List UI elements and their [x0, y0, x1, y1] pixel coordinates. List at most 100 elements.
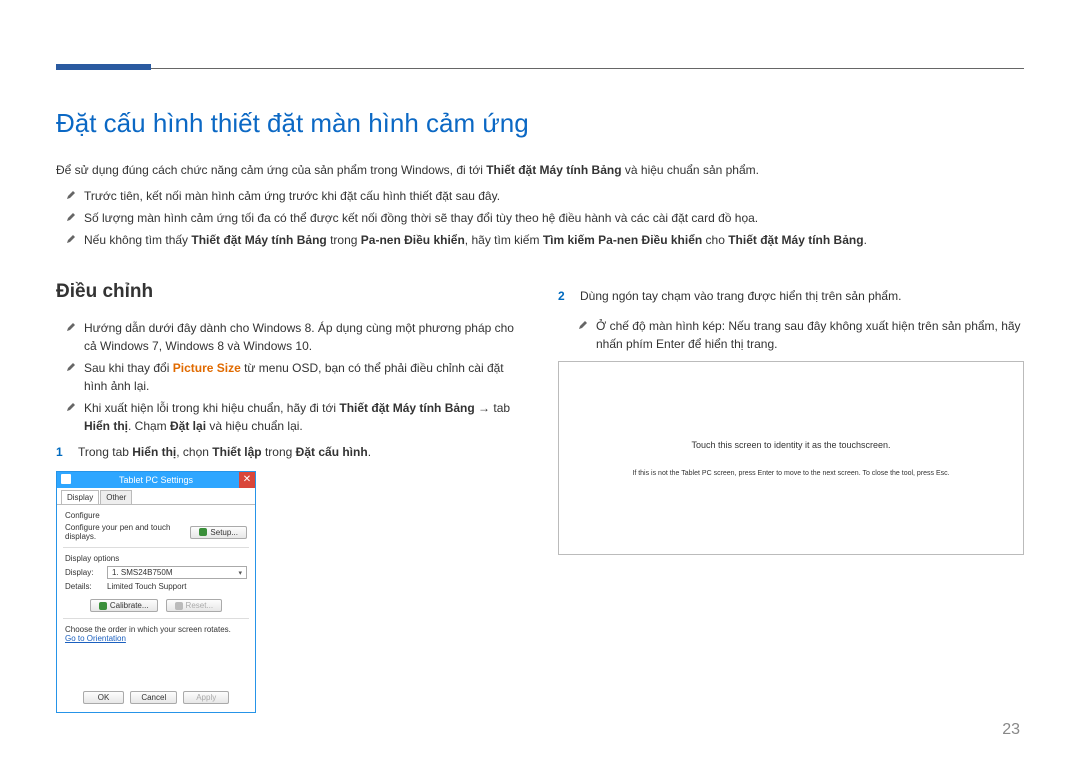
intro-pre: Để sử dụng đúng cách chức năng cảm ứng c…	[56, 163, 486, 177]
t: Reset...	[186, 601, 214, 610]
top-note-2-text: Số lượng màn hình cảm ứng tối đa có thể …	[84, 209, 758, 227]
pencil-icon	[578, 317, 588, 335]
t: Thiết đặt Máy tính Bảng	[339, 401, 474, 415]
display-select-value: 1. SMS24B750M	[112, 568, 172, 577]
right-note: Ở chế độ màn hình kép: Nếu trang sau đây…	[558, 315, 1024, 355]
pencil-icon	[66, 319, 76, 337]
configure-label: Configure	[65, 511, 247, 520]
intro-bold: Thiết đặt Máy tính Bảng	[486, 163, 621, 177]
t: Thiết đặt Máy tính Bảng	[191, 233, 326, 247]
dialog-tabs: Display Other	[57, 488, 255, 505]
two-column-layout: Điều chỉnh Hướng dẫn dưới đây dành cho W…	[56, 281, 1024, 713]
goto-orientation-link[interactable]: Go to Orientation	[65, 634, 247, 643]
reset-button[interactable]: Reset...	[166, 599, 223, 612]
display-label: Display:	[65, 568, 101, 577]
t: Đặt lại	[170, 419, 206, 433]
right-note-text: Ở chế độ màn hình kép: Nếu trang sau đây…	[596, 317, 1024, 353]
t: Thiết lập	[212, 445, 261, 459]
calibration-line1: Touch this screen to identity it as the …	[691, 440, 890, 450]
t: Setup...	[210, 528, 238, 537]
configure-desc: Configure your pen and touch displays.	[65, 523, 184, 541]
pencil-icon	[66, 209, 76, 227]
top-note-3-text: Nếu không tìm thấy Thiết đặt Máy tính Bả…	[84, 231, 867, 249]
top-note-1: Trước tiên, kết nối màn hình cảm ứng trư…	[56, 185, 1024, 207]
display-select[interactable]: 1. SMS24B750M ▾	[107, 566, 247, 579]
pencil-icon	[66, 187, 76, 205]
ok-button[interactable]: OK	[83, 691, 125, 704]
details-value: Limited Touch Support	[107, 582, 186, 591]
step-number: 2	[558, 287, 570, 305]
close-icon[interactable]: ✕	[239, 472, 255, 488]
picture-size-link: Picture Size	[173, 361, 241, 375]
setup-button[interactable]: Setup...	[190, 526, 247, 539]
shield-icon	[99, 602, 107, 610]
tab-other[interactable]: Other	[100, 490, 132, 504]
pencil-icon	[66, 359, 76, 377]
t: Đặt cấu hình	[296, 445, 368, 459]
left-note-2: Sau khi thay đổi Picture Size từ menu OS…	[56, 357, 522, 397]
t: Hiển thị	[132, 445, 176, 459]
left-note-2-text: Sau khi thay đổi Picture Size từ menu OS…	[84, 359, 522, 395]
calibrate-button[interactable]: Calibrate...	[90, 599, 158, 612]
dialog-title-text: Tablet PC Settings	[119, 475, 193, 485]
step-1: 1 Trong tab Hiển thị, chọn Thiết lập tro…	[56, 443, 522, 461]
chevron-down-icon: ▾	[238, 569, 242, 577]
page-number: 23	[1002, 721, 1020, 739]
t: Tìm kiếm Pa-nen Điều khiển	[543, 233, 702, 247]
t: Hiển thị	[84, 419, 128, 433]
t: .	[368, 445, 371, 459]
rotate-text: Choose the order in which your screen ro…	[65, 625, 247, 634]
t: cho	[702, 233, 728, 247]
intro-post: và hiệu chuẩn sản phẩm.	[622, 163, 759, 177]
t: . Chạm	[128, 419, 170, 433]
apply-button[interactable]: Apply	[183, 691, 229, 704]
window-icon	[61, 474, 71, 484]
divider	[63, 547, 249, 548]
t: , chọn	[176, 445, 212, 459]
shield-icon	[175, 602, 183, 610]
step-2-text: Dùng ngón tay chạm vào trang được hiển t…	[580, 287, 901, 305]
step-number: 1	[56, 443, 68, 461]
left-note-3: Khi xuất hiện lỗi trong khi hiệu chuẩn, …	[56, 397, 522, 437]
tab-display[interactable]: Display	[61, 490, 99, 504]
calibration-line2: If this is not the Tablet PC screen, pre…	[616, 470, 965, 477]
header-rule	[56, 68, 1024, 69]
t: Pa-nen Điều khiển	[361, 233, 465, 247]
t: Calibrate...	[110, 601, 149, 610]
t: trong	[327, 233, 361, 247]
dialog-titlebar[interactable]: Tablet PC Settings ✕	[57, 472, 255, 488]
t: .	[864, 233, 867, 247]
step-1-text: Trong tab Hiển thị, chọn Thiết lập trong…	[78, 443, 371, 461]
top-note-3: Nếu không tìm thấy Thiết đặt Máy tính Bả…	[56, 229, 1024, 251]
left-column: Điều chỉnh Hướng dẫn dưới đây dành cho W…	[56, 281, 522, 713]
left-note-3-text: Khi xuất hiện lỗi trong khi hiệu chuẩn, …	[84, 399, 522, 435]
dialog-button-row: OK Cancel Apply	[57, 685, 255, 712]
calibration-screen: Touch this screen to identity it as the …	[558, 361, 1024, 555]
t: Trong tab	[78, 445, 132, 459]
left-note-1-text: Hướng dẫn dưới đây dành cho Windows 8. Á…	[84, 319, 522, 355]
tablet-pc-settings-dialog: Tablet PC Settings ✕ Display Other Confi…	[56, 471, 256, 713]
t: Khi xuất hiện lỗi trong khi hiệu chuẩn, …	[84, 401, 339, 415]
cancel-button[interactable]: Cancel	[130, 691, 177, 704]
t: và hiệu chuẩn lại.	[206, 419, 303, 433]
intro-paragraph: Để sử dụng đúng cách chức năng cảm ứng c…	[56, 161, 1024, 179]
details-label: Details:	[65, 582, 101, 591]
top-note-2: Số lượng màn hình cảm ứng tối đa có thể …	[56, 207, 1024, 229]
display-options-label: Display options	[65, 554, 247, 563]
section-heading-calibrate: Điều chỉnh	[56, 281, 522, 303]
top-note-1-text: Trước tiên, kết nối màn hình cảm ứng trư…	[84, 187, 500, 205]
page-title: Đặt cấu hình thiết đặt màn hình cảm ứng	[56, 108, 1024, 139]
divider	[63, 618, 249, 619]
right-column: 2 Dùng ngón tay chạm vào trang được hiển…	[558, 281, 1024, 713]
t: Thiết đặt Máy tính Bảng	[728, 233, 863, 247]
t: Sau khi thay đổi	[84, 361, 173, 375]
header-accent	[56, 64, 151, 70]
t: trong	[262, 445, 296, 459]
t: → tab	[475, 401, 510, 415]
step-2: 2 Dùng ngón tay chạm vào trang được hiển…	[558, 287, 1024, 305]
page-content: Đặt cấu hình thiết đặt màn hình cảm ứng …	[56, 108, 1024, 713]
left-note-1: Hướng dẫn dưới đây dành cho Windows 8. Á…	[56, 317, 522, 357]
dialog-body: Configure Configure your pen and touch d…	[57, 505, 255, 685]
pencil-icon	[66, 399, 76, 417]
pencil-icon	[66, 231, 76, 249]
